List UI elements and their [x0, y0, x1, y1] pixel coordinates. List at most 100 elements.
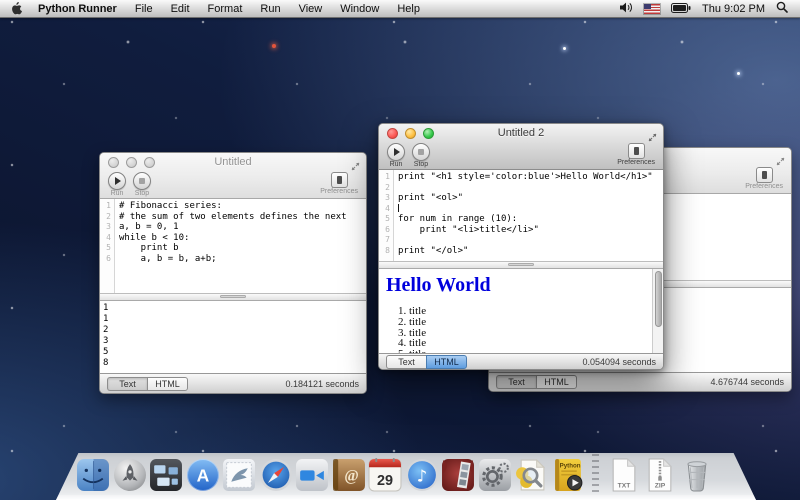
dock-icon-ical[interactable]: 29 [368, 458, 402, 492]
dock-icon-mail[interactable] [222, 458, 256, 492]
window-untitled-2[interactable]: Untitled 2 Run Stop Preferences 12 34 56 [378, 123, 664, 370]
dock-icon-python-runner[interactable]: Python [551, 458, 585, 492]
input-language-flag-icon[interactable] [644, 4, 660, 14]
bottom-bar: Text HTML 0.184121 seconds [100, 373, 366, 393]
menu-bar: Python Runner File Edit Format Run View … [0, 0, 800, 18]
minimize-button[interactable] [405, 128, 416, 139]
stop-button[interactable]: Stop [412, 143, 430, 168]
volume-icon[interactable] [620, 0, 633, 18]
play-icon [108, 172, 126, 190]
dock-icon-photo-booth[interactable] [441, 458, 475, 492]
preferences-label: Preferences [320, 188, 358, 195]
menu-help[interactable]: Help [388, 3, 429, 15]
menu-bar-status: Thu 9:02 PM [620, 0, 800, 18]
output-mode-tabs: Text HTML [386, 355, 467, 369]
list-item: title [409, 317, 663, 328]
menu-app-name[interactable]: Python Runner [29, 3, 126, 15]
spotlight-icon[interactable] [776, 0, 788, 18]
dock-icon-system-preferences[interactable] [478, 458, 512, 492]
close-button[interactable] [387, 128, 398, 139]
zoom-button[interactable] [144, 157, 155, 168]
list-item: title [409, 306, 663, 317]
text-output: 11 23 58 [100, 301, 366, 369]
list-item: title [409, 349, 663, 353]
run-button[interactable]: Run [108, 172, 126, 197]
title-bar[interactable]: Untitled [100, 153, 366, 171]
output-heading: Hello World [386, 274, 663, 297]
dock-icon-trash[interactable] [680, 458, 714, 492]
svg-text:29: 29 [377, 473, 393, 489]
dock-icon-launchpad[interactable] [113, 458, 147, 492]
stop-label: Stop [135, 190, 149, 197]
preferences-label: Preferences [617, 159, 655, 166]
run-button[interactable]: Run [387, 143, 405, 168]
apple-menu-icon[interactable] [11, 2, 22, 15]
menu-format[interactable]: Format [199, 3, 252, 15]
bright-star [737, 72, 740, 75]
svg-text:♪: ♪ [416, 467, 427, 486]
runtime-status: 0.054094 seconds [582, 357, 656, 367]
svg-text:@: @ [344, 468, 358, 485]
menu-clock[interactable]: Thu 9:02 PM [702, 3, 765, 15]
close-button[interactable] [108, 157, 119, 168]
scrollbar-track[interactable] [652, 269, 663, 353]
pane-splitter[interactable] [100, 293, 366, 301]
traffic-lights [387, 128, 434, 139]
line-number-gutter: 12 34 56 [100, 199, 115, 293]
run-label: Run [111, 190, 124, 197]
dock-icon-itunes[interactable]: ♪ [405, 458, 439, 492]
play-icon [387, 143, 405, 161]
menu-run[interactable]: Run [251, 3, 289, 15]
svg-text:TXT: TXT [617, 482, 631, 489]
code-editor[interactable]: 12 34 56 78 print "<h1 style='color:blue… [379, 170, 663, 261]
dock: A @ 29 ♪ Python [0, 446, 800, 500]
dock-icon-find-app[interactable] [514, 458, 548, 492]
preferences-button[interactable]: Preferences [745, 167, 783, 190]
menu-file[interactable]: File [126, 3, 162, 15]
window-untitled[interactable]: Untitled Run Stop Preferences 12 34 56 [99, 152, 367, 394]
preferences-icon [628, 143, 645, 159]
pane-splitter[interactable] [379, 261, 663, 269]
tab-text[interactable]: Text [386, 355, 426, 369]
dock-icon-finder[interactable] [76, 458, 110, 492]
code-lines: print "<h1 style='color:blue'>Hello Worl… [394, 170, 663, 261]
zoom-button[interactable] [423, 128, 434, 139]
preferences-button[interactable]: Preferences [617, 143, 655, 166]
menu-view[interactable]: View [290, 3, 332, 15]
tab-text[interactable]: Text [496, 375, 536, 389]
tab-html[interactable]: HTML [426, 355, 467, 369]
dock-icon-app-store[interactable]: A [186, 458, 220, 492]
dock-icon-txt-file[interactable]: TXT [607, 458, 641, 492]
toolbar: Run Stop Preferences [100, 171, 366, 198]
scrollbar-thumb[interactable] [655, 271, 662, 327]
output-pane[interactable]: Hello World title title title title titl… [379, 269, 663, 353]
menu-edit[interactable]: Edit [162, 3, 199, 15]
code-editor[interactable]: 12 34 56 # Fibonacci series:# the sum of… [100, 199, 366, 293]
dock-icon-safari[interactable] [259, 458, 293, 492]
minimize-button[interactable] [126, 157, 137, 168]
tab-html[interactable]: HTML [147, 377, 188, 391]
dock-icon-contacts[interactable]: @ [332, 458, 366, 492]
preferences-label: Preferences [745, 183, 783, 190]
stop-icon [133, 172, 151, 190]
tab-text[interactable]: Text [107, 377, 147, 391]
toolbar: Run Stop Preferences [379, 142, 663, 169]
red-star [272, 44, 276, 48]
preferences-button[interactable]: Preferences [320, 172, 358, 195]
menu-window[interactable]: Window [331, 3, 388, 15]
battery-icon[interactable] [671, 0, 691, 18]
code-lines: # Fibonacci series:# the sum of two elem… [115, 199, 366, 293]
preferences-icon [331, 172, 348, 188]
tab-html[interactable]: HTML [536, 375, 577, 389]
title-bar[interactable]: Untitled 2 [379, 124, 663, 142]
output-pane[interactable]: 11 23 58 [100, 301, 366, 373]
dock-icon-mission-control[interactable] [149, 458, 183, 492]
svg-text:Python: Python [559, 462, 580, 469]
dock-icon-facetime[interactable] [295, 458, 329, 492]
runtime-status: 0.184121 seconds [285, 379, 359, 389]
dock-icon-zip-file[interactable]: ZIP [643, 458, 677, 492]
traffic-lights [108, 157, 155, 168]
svg-text:A: A [196, 466, 209, 486]
stop-button[interactable]: Stop [133, 172, 151, 197]
preferences-icon [756, 167, 773, 183]
